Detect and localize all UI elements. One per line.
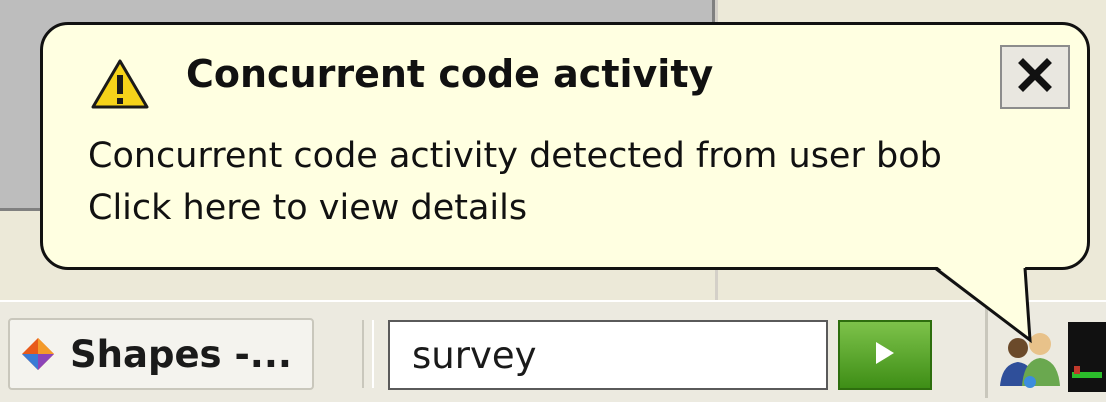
balloon-title: Concurrent code activity (186, 52, 714, 96)
taskbar: Shapes -... (0, 300, 1106, 402)
view-details-link[interactable]: Click here to view details (88, 188, 527, 228)
close-icon (1018, 58, 1052, 96)
go-button[interactable] (838, 320, 932, 390)
toolbar-grip[interactable] (362, 320, 374, 388)
shapes-app-icon (14, 330, 62, 378)
search-input[interactable] (390, 322, 826, 388)
monitor-icon[interactable] (1068, 322, 1106, 392)
users-icon[interactable] (996, 326, 1064, 392)
play-arrow-icon (872, 338, 898, 372)
search-box[interactable] (388, 320, 828, 390)
task-button-label: Shapes -... (70, 332, 292, 376)
task-button-shapes[interactable]: Shapes -... (8, 318, 314, 390)
warning-icon (90, 58, 150, 110)
tray-separator (985, 308, 988, 398)
balloon-message: Concurrent code activity detected from u… (88, 136, 942, 176)
close-button[interactable] (1000, 45, 1070, 109)
